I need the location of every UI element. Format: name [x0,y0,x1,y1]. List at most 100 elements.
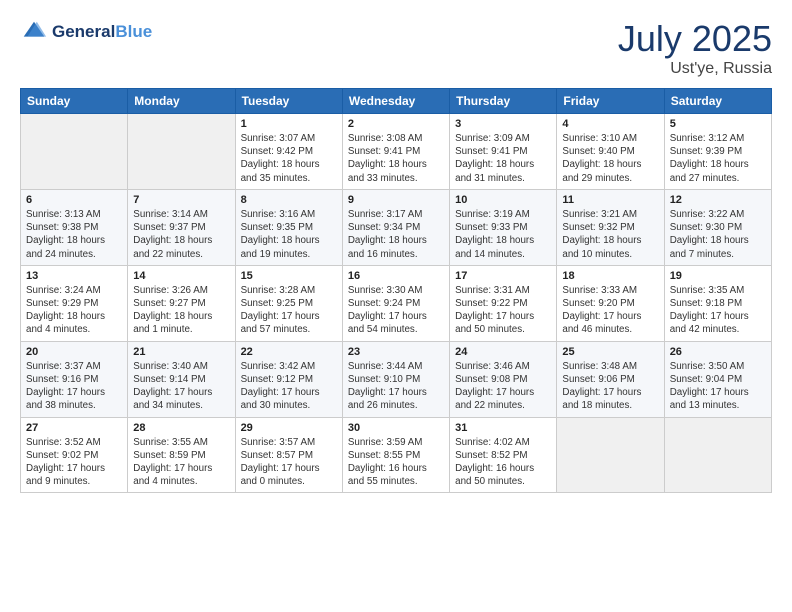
day-number: 6 [26,194,122,206]
calendar-cell: 12Sunrise: 3:22 AM Sunset: 9:30 PM Dayli… [664,189,771,265]
day-info: Sunrise: 3:50 AM Sunset: 9:04 PM Dayligh… [670,360,766,413]
calendar-week-3: 13 Sunrise: 3:24 AM Sunset: 9:29 PM Dayli… [21,265,772,341]
calendar-cell [21,114,128,190]
day-number: 17 [455,270,551,282]
calendar-cell: 18 Sunrise: 3:33 AM Sunset: 9:20 PM Dayli… [557,265,664,341]
logo-icon [20,18,48,46]
title-block: July 2025 Ust'ye, Russia [618,18,772,78]
calendar-cell: 22Sunrise: 3:42 AM Sunset: 9:12 PM Dayli… [235,341,342,417]
day-number: 13 [26,270,122,282]
calendar-cell: 10 Sunrise: 3:19 AM Sunset: 9:33 PM Dayli… [450,189,557,265]
day-info: Sunrise: 4:02 AM Sunset: 8:52 PM Dayligh… [455,436,551,489]
day-info: Sunrise: 3:17 AM Sunset: 9:34 PM Dayligh… [348,208,444,261]
calendar-table: Sunday Monday Tuesday Wednesday Thursday… [20,88,772,493]
day-info: Sunrise: 3:07 AM Sunset: 9:42 PM Dayligh… [241,132,337,185]
day-number: 3 [455,118,551,130]
day-number: 19 [670,270,766,282]
calendar-cell: 21 Sunrise: 3:40 AM Sunset: 9:14 PM Dayli… [128,341,235,417]
calendar-cell: 31 Sunrise: 4:02 AM Sunset: 8:52 PM Dayli… [450,417,557,493]
day-number: 5 [670,118,766,130]
day-info: Sunrise: 3:59 AM Sunset: 8:55 PM Dayligh… [348,436,444,489]
calendar-cell: 27Sunrise: 3:52 AM Sunset: 9:02 PM Dayli… [21,417,128,493]
day-info: Sunrise: 3:24 AM Sunset: 9:29 PM Dayligh… [26,284,122,337]
day-info: Sunrise: 3:33 AM Sunset: 9:20 PM Dayligh… [562,284,658,337]
day-info: Sunrise: 3:12 AM Sunset: 9:39 PM Dayligh… [670,132,766,185]
calendar-cell: 28 Sunrise: 3:55 AM Sunset: 8:59 PM Dayli… [128,417,235,493]
calendar-cell: 3 Sunrise: 3:09 AM Sunset: 9:41 PM Daylig… [450,114,557,190]
day-info: Sunrise: 3:30 AM Sunset: 9:24 PM Dayligh… [348,284,444,337]
calendar-cell: 23 Sunrise: 3:44 AM Sunset: 9:10 PM Dayli… [342,341,449,417]
day-number: 31 [455,422,551,434]
col-saturday: Saturday [664,89,771,114]
calendar-cell: 25 Sunrise: 3:48 AM Sunset: 9:06 PM Dayli… [557,341,664,417]
col-monday: Monday [128,89,235,114]
day-number: 24 [455,346,551,358]
day-info: Sunrise: 3:22 AM Sunset: 9:30 PM Dayligh… [670,208,766,261]
day-number: 4 [562,118,658,130]
day-number: 10 [455,194,551,206]
day-info: Sunrise: 3:08 AM Sunset: 9:41 PM Dayligh… [348,132,444,185]
col-wednesday: Wednesday [342,89,449,114]
calendar-cell: 16Sunrise: 3:30 AM Sunset: 9:24 PM Dayli… [342,265,449,341]
day-info: Sunrise: 3:46 AM Sunset: 9:08 PM Dayligh… [455,360,551,413]
day-info: Sunrise: 3:10 AM Sunset: 9:40 PM Dayligh… [562,132,658,185]
calendar-week-1: 1 Sunrise: 3:07 AM Sunset: 9:42 PM Daylig… [21,114,772,190]
day-number: 21 [133,346,229,358]
subtitle: Ust'ye, Russia [618,60,772,78]
day-info: Sunrise: 3:09 AM Sunset: 9:41 PM Dayligh… [455,132,551,185]
day-info: Sunrise: 3:16 AM Sunset: 9:35 PM Dayligh… [241,208,337,261]
day-number: 2 [348,118,444,130]
calendar-week-2: 6 Sunrise: 3:13 AM Sunset: 9:38 PM Daylig… [21,189,772,265]
header: GeneralBlue July 2025 Ust'ye, Russia [20,18,772,78]
day-number: 8 [241,194,337,206]
day-number: 25 [562,346,658,358]
day-number: 23 [348,346,444,358]
day-number: 27 [26,422,122,434]
day-info: Sunrise: 3:31 AM Sunset: 9:22 PM Dayligh… [455,284,551,337]
calendar-cell: 26 Sunrise: 3:50 AM Sunset: 9:04 PM Dayli… [664,341,771,417]
calendar-week-5: 27Sunrise: 3:52 AM Sunset: 9:02 PM Dayli… [21,417,772,493]
day-info: Sunrise: 3:19 AM Sunset: 9:33 PM Dayligh… [455,208,551,261]
calendar-cell [128,114,235,190]
day-number: 22 [241,346,337,358]
day-number: 18 [562,270,658,282]
day-info: Sunrise: 3:26 AM Sunset: 9:27 PM Dayligh… [133,284,229,337]
calendar-cell: 14 Sunrise: 3:26 AM Sunset: 9:27 PM Dayli… [128,265,235,341]
day-info: Sunrise: 3:14 AM Sunset: 9:37 PM Dayligh… [133,208,229,261]
day-info: Sunrise: 3:21 AM Sunset: 9:32 PM Dayligh… [562,208,658,261]
day-number: 9 [348,194,444,206]
day-number: 26 [670,346,766,358]
day-info: Sunrise: 3:48 AM Sunset: 9:06 PM Dayligh… [562,360,658,413]
day-info: Sunrise: 3:40 AM Sunset: 9:14 PM Dayligh… [133,360,229,413]
calendar-cell: 17 Sunrise: 3:31 AM Sunset: 9:22 PM Dayli… [450,265,557,341]
day-number: 1 [241,118,337,130]
day-number: 28 [133,422,229,434]
calendar-cell [664,417,771,493]
day-info: Sunrise: 3:44 AM Sunset: 9:10 PM Dayligh… [348,360,444,413]
day-number: 7 [133,194,229,206]
day-info: Sunrise: 3:35 AM Sunset: 9:18 PM Dayligh… [670,284,766,337]
logo: GeneralBlue [20,18,152,46]
day-info: Sunrise: 3:28 AM Sunset: 9:25 PM Dayligh… [241,284,337,337]
calendar-cell: 4 Sunrise: 3:10 AM Sunset: 9:40 PM Daylig… [557,114,664,190]
calendar-cell: 24 Sunrise: 3:46 AM Sunset: 9:08 PM Dayli… [450,341,557,417]
day-number: 20 [26,346,122,358]
day-number: 11 [562,194,658,206]
calendar-cell: 7 Sunrise: 3:14 AM Sunset: 9:37 PM Daylig… [128,189,235,265]
day-info: Sunrise: 3:37 AM Sunset: 9:16 PM Dayligh… [26,360,122,413]
calendar-header-row: Sunday Monday Tuesday Wednesday Thursday… [21,89,772,114]
col-tuesday: Tuesday [235,89,342,114]
calendar-cell: 2 Sunrise: 3:08 AM Sunset: 9:41 PM Daylig… [342,114,449,190]
calendar-cell: 8 Sunrise: 3:16 AM Sunset: 9:35 PM Daylig… [235,189,342,265]
calendar-cell: 19 Sunrise: 3:35 AM Sunset: 9:18 PM Dayli… [664,265,771,341]
calendar-cell: 29Sunrise: 3:57 AM Sunset: 8:57 PM Dayli… [235,417,342,493]
day-info: Sunrise: 3:55 AM Sunset: 8:59 PM Dayligh… [133,436,229,489]
calendar-cell: 15Sunrise: 3:28 AM Sunset: 9:25 PM Dayli… [235,265,342,341]
day-number: 30 [348,422,444,434]
day-number: 14 [133,270,229,282]
logo-text: GeneralBlue [52,23,152,42]
col-thursday: Thursday [450,89,557,114]
calendar-cell [557,417,664,493]
calendar-cell: 9 Sunrise: 3:17 AM Sunset: 9:34 PM Daylig… [342,189,449,265]
day-info: Sunrise: 3:13 AM Sunset: 9:38 PM Dayligh… [26,208,122,261]
